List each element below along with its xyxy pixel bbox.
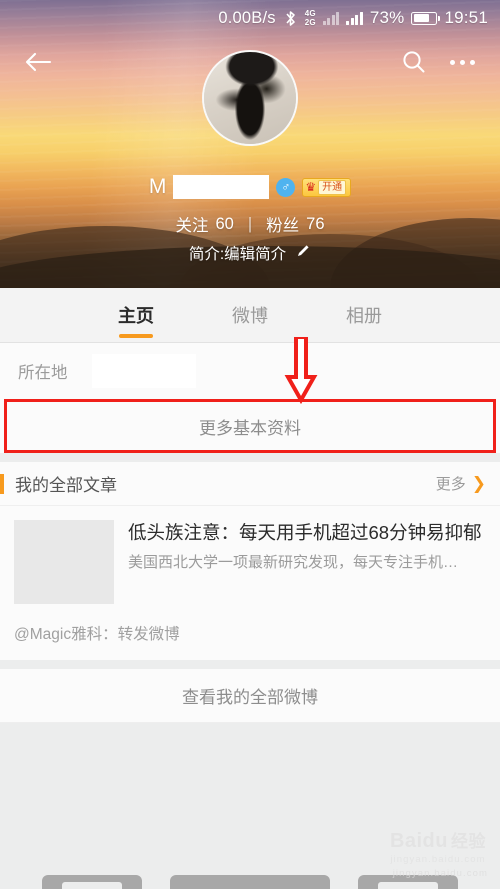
followers-count: 76 (306, 214, 325, 233)
watermark-brand-cn: 经验 (451, 832, 486, 851)
search-icon[interactable] (394, 42, 434, 82)
tab-home-label: 主页 (118, 306, 154, 326)
tab-weibo-label: 微博 (232, 306, 268, 326)
section-divider-2 (0, 660, 500, 669)
status-bar: 0.00B/s 4G 2G 73% 19:51 (0, 0, 500, 36)
tab-weibo[interactable]: 微博 (193, 288, 307, 343)
my-articles-section: 我的全部文章 更多 ❯ 低头族注意：每天用手机超过68分钟易抑郁 美国西北大学一… (0, 462, 500, 660)
home-icon[interactable] (170, 875, 330, 889)
bluetooth-icon (283, 10, 298, 27)
stats-separator: | (247, 214, 253, 233)
more-basic-info-button[interactable]: 更多基本资料 (0, 399, 500, 453)
username-text: M (148, 175, 167, 198)
following-count: 60 (215, 214, 234, 233)
more-basic-info-label: 更多基本资料 (199, 418, 301, 438)
profile-cover-header: 0.00B/s 4G 2G 73% 19:51 M ♂ ♛ 开通 关注 60 |… (0, 0, 500, 288)
watermark-url-secondary: jingyan.baidu.com (392, 868, 488, 879)
clock-text: 19:51 (444, 8, 488, 27)
article-title: 低头族注意：每天用手机超过68分钟易抑郁 (128, 522, 482, 543)
battery-icon (411, 11, 441, 25)
username-redaction-box (173, 175, 270, 199)
following-stat[interactable]: 关注 60 (175, 212, 233, 236)
more-basic-info-wrapper: 更多基本资料 (0, 399, 500, 453)
view-all-weibo-button[interactable]: 查看我的全部微博 (0, 669, 500, 723)
watermark-brand-latin: Baidu (389, 830, 448, 852)
following-label: 关注 (175, 217, 209, 235)
my-articles-more-link[interactable]: 更多 ❯ (436, 473, 486, 494)
sim2-network-label: 2G (304, 18, 316, 27)
back-arrow-icon[interactable] (18, 42, 58, 82)
tab-home[interactable]: 主页 (79, 288, 193, 343)
article-item[interactable]: 低头族注意：每天用手机超过68分钟易抑郁 美国西北大学一项最新研究发现，每天专注… (0, 506, 500, 616)
vip-membership-badge[interactable]: ♛ 开通 (302, 177, 352, 197)
section-divider-1 (0, 453, 500, 462)
pencil-icon (295, 243, 311, 264)
followers-label: 粉丝 (266, 217, 300, 235)
profile-stats-row: 关注 60 | 粉丝 76 (0, 212, 500, 236)
my-articles-title: 我的全部文章 (15, 476, 117, 495)
signal-bars-icon-2 (346, 11, 363, 25)
more-dots-icon[interactable] (442, 42, 482, 82)
followers-stat[interactable]: 粉丝 76 (266, 212, 324, 236)
location-row[interactable]: 所在地 (0, 343, 500, 399)
edit-bio-label: 简介:编辑简介 (188, 246, 287, 263)
basic-info-section: 所在地 更多基本资料 (0, 343, 500, 453)
baidu-experience-watermark: Baidu 经验 jingyan.baidu.com (390, 827, 486, 865)
location-value-redaction-box (91, 354, 196, 388)
view-all-weibo-label: 查看我的全部微博 (182, 688, 318, 707)
vip-crown-icon: ♛ (305, 180, 317, 194)
tab-album[interactable]: 相册 (307, 288, 421, 343)
article-thumbnail (14, 520, 114, 604)
top-nav-bar (0, 36, 500, 88)
article-summary: 美国西北大学一项最新研究发现，每天专注手机… (128, 554, 459, 571)
sim1-network-label: 4G (304, 9, 316, 18)
dual-sim-indicator: 4G 2G (305, 9, 316, 27)
username-row: M ♂ ♛ 开通 (0, 173, 500, 201)
my-articles-more-label: 更多 (435, 476, 466, 493)
network-speed-text: 0.00B/s (218, 8, 276, 27)
signal-bars-icon (322, 11, 340, 25)
watermark-url: jingyan.baidu.com (390, 854, 486, 865)
chevron-right-icon: ❯ (471, 474, 486, 493)
section-accent-bar (0, 473, 4, 494)
profile-tab-bar: 主页 微博 相册 (0, 288, 500, 343)
recent-apps-icon[interactable] (42, 875, 142, 889)
male-gender-icon: ♂ (276, 177, 296, 197)
my-articles-header: 我的全部文章 更多 ❯ (0, 462, 500, 506)
vip-activate-label: 开通 (318, 179, 347, 195)
edit-bio-row[interactable]: 简介:编辑简介 (0, 242, 500, 264)
article-repost-text[interactable]: @Magic雅科：转发微博 (0, 616, 500, 660)
battery-percent-text: 73% (369, 8, 405, 27)
weibo-profile-screen: 0.00B/s 4G 2G 73% 19:51 M ♂ ♛ 开通 关注 60 |… (0, 0, 500, 889)
tab-album-label: 相册 (346, 306, 382, 326)
location-label: 所在地 (18, 364, 68, 382)
